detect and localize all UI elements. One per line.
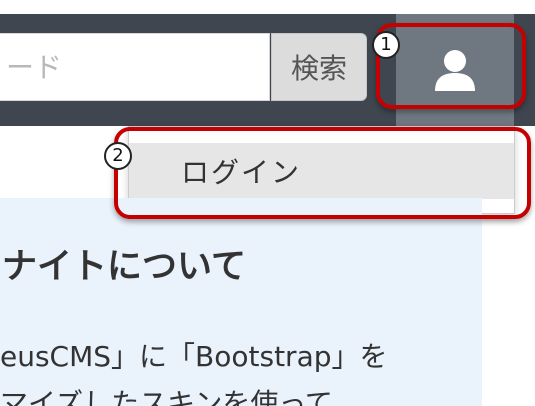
search-input[interactable] — [0, 33, 270, 101]
about-site-panel: ナイトについて eusCMS」に「Bootstrap」を マイズしたスキンを使っ… — [0, 198, 482, 406]
section-heading: ナイトについて — [2, 247, 246, 287]
body-text-line: マイズしたスキンを使って — [0, 387, 333, 406]
search-button[interactable]: 検索 — [271, 33, 367, 101]
callout-login-item — [114, 127, 531, 219]
callout-user-button — [376, 23, 526, 109]
body-text-line: eusCMS」に「Bootstrap」を — [0, 340, 388, 373]
step-marker-2: 2 — [104, 142, 132, 170]
step-marker-1: 1 — [372, 31, 400, 59]
